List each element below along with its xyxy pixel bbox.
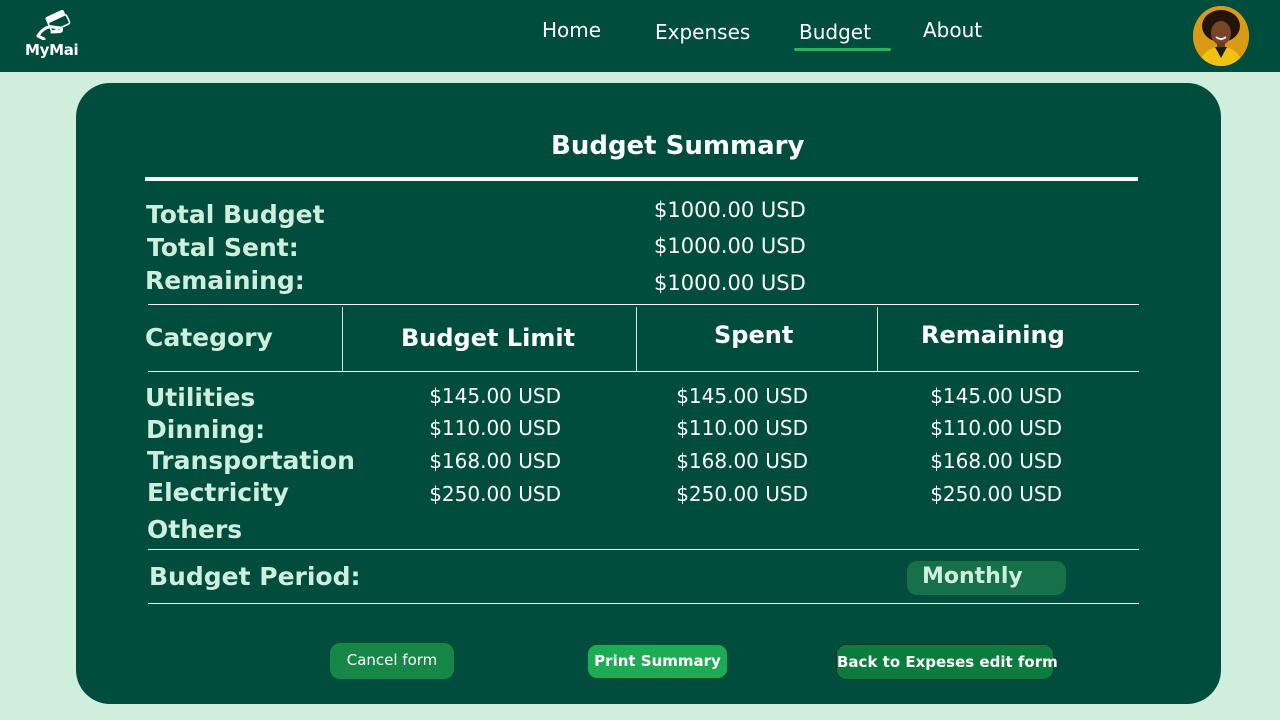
table-row-category: Dinning: bbox=[146, 415, 266, 444]
header-spent: Spent bbox=[714, 321, 794, 349]
total-sent-label: Total Sent: bbox=[147, 233, 299, 262]
header-budget-limit: Budget Limit bbox=[401, 324, 576, 352]
table-row-category: Electricity bbox=[147, 478, 289, 507]
nav-budget[interactable]: Budget bbox=[799, 20, 871, 44]
remaining-value: $1000.00 USD bbox=[654, 271, 806, 295]
table-bottom-border bbox=[148, 549, 1139, 550]
budget-summary-card: Budget Summary Total Budget $1000.00 USD… bbox=[76, 83, 1221, 704]
header-category: Category bbox=[145, 323, 273, 352]
total-sent-value: $1000.00 USD bbox=[654, 234, 806, 258]
column-divider bbox=[636, 307, 637, 371]
table-row-spent: $250.00 USD bbox=[676, 482, 808, 506]
table-row-limit: $145.00 USD bbox=[429, 384, 561, 408]
table-row-remaining: $110.00 USD bbox=[930, 416, 1062, 440]
top-nav-bar: MyMai Home Expenses Budget About bbox=[0, 0, 1280, 72]
print-summary-button[interactable]: Print Summary bbox=[587, 644, 728, 679]
logo-text: MyMai bbox=[25, 41, 79, 59]
user-avatar[interactable] bbox=[1193, 6, 1249, 66]
table-row-spent: $168.00 USD bbox=[676, 449, 808, 473]
title-divider bbox=[145, 177, 1138, 181]
table-row-remaining: $145.00 USD bbox=[930, 384, 1062, 408]
app-logo[interactable]: MyMai bbox=[22, 8, 82, 64]
table-row-spent: $110.00 USD bbox=[676, 416, 808, 440]
table-row-category: Others bbox=[147, 515, 243, 544]
page-title: Budget Summary bbox=[551, 131, 805, 161]
nav-expenses[interactable]: Expenses bbox=[655, 20, 750, 44]
table-row-limit: $250.00 USD bbox=[429, 482, 561, 506]
table-top-border bbox=[148, 304, 1139, 305]
table-row-limit: $168.00 USD bbox=[429, 449, 561, 473]
active-nav-indicator bbox=[794, 48, 891, 51]
table-row-remaining: $168.00 USD bbox=[930, 449, 1062, 473]
table-row-category: Transportation bbox=[147, 446, 355, 475]
remaining-label: Remaining: bbox=[145, 266, 305, 295]
header-remaining: Remaining bbox=[921, 321, 1065, 349]
budget-period-label: Budget Period: bbox=[149, 562, 361, 591]
cancel-form-button[interactable]: Cancel form bbox=[330, 643, 454, 679]
back-to-expenses-button[interactable]: Back to Expeses edit form bbox=[836, 644, 1058, 680]
table-header-border bbox=[148, 371, 1139, 372]
column-divider bbox=[342, 307, 343, 371]
table-row-limit: $110.00 USD bbox=[429, 416, 561, 440]
nav-home[interactable]: Home bbox=[542, 18, 601, 42]
total-budget-label: Total Budget bbox=[146, 200, 325, 229]
total-budget-value: $1000.00 USD bbox=[654, 198, 806, 222]
budget-period-select[interactable]: Monthly bbox=[907, 561, 1066, 595]
column-divider bbox=[877, 307, 878, 371]
money-hand-icon bbox=[36, 10, 71, 40]
period-bottom-border bbox=[148, 603, 1139, 604]
budget-period-value: Monthly bbox=[922, 564, 1023, 589]
table-row-remaining: $250.00 USD bbox=[930, 482, 1062, 506]
table-row-category: Utilities bbox=[145, 383, 256, 412]
nav-about[interactable]: About bbox=[923, 18, 982, 42]
table-row-spent: $145.00 USD bbox=[676, 384, 808, 408]
